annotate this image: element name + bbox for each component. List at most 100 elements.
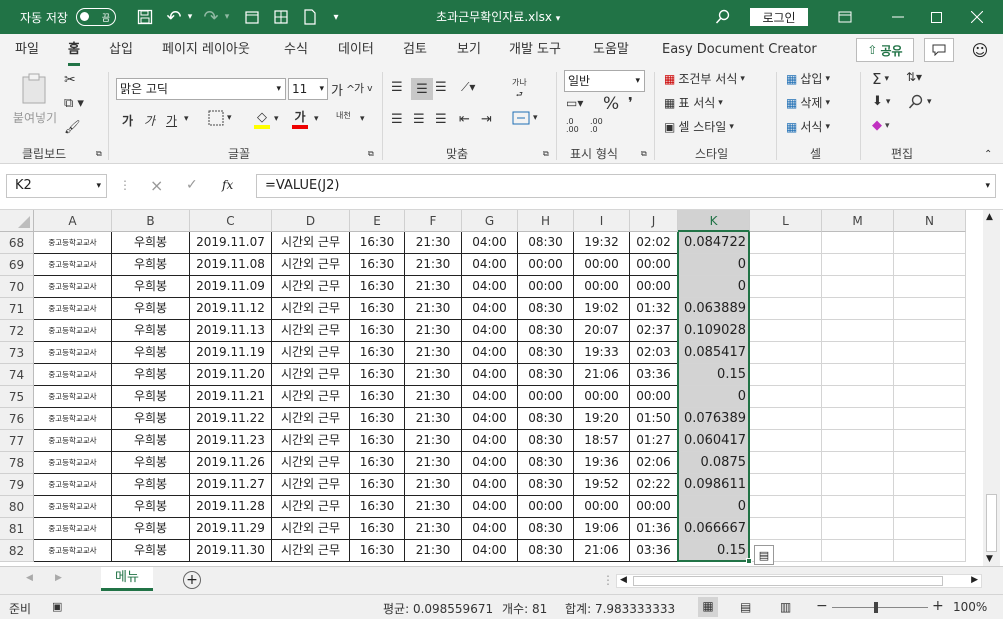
row-header[interactable]: 81 <box>0 518 34 540</box>
cell-d72[interactable]: 시간외 근무 <box>272 320 350 342</box>
search-icon[interactable] <box>712 0 734 34</box>
redo-dropdown-icon[interactable]: ▾ <box>222 0 232 34</box>
font-name-select[interactable]: 맑은 고딕 ▾ <box>116 78 286 100</box>
cell-d78[interactable]: 시간외 근무 <box>272 452 350 474</box>
font-size-select[interactable]: 11 ▾ <box>288 78 328 100</box>
insert-cells-button[interactable]: ▦ 삽입 ▾ <box>786 70 830 87</box>
cell-n69[interactable] <box>894 254 966 276</box>
cell-a81[interactable]: 중고등학교교사 <box>34 518 112 540</box>
cell-j71[interactable]: 01:32 <box>630 298 678 320</box>
cell-c77[interactable]: 2019.11.23 <box>190 430 272 452</box>
cell-j69[interactable]: 00:00 <box>630 254 678 276</box>
cell-h80[interactable]: 00:00 <box>518 496 574 518</box>
cell-d68[interactable]: 시간외 근무 <box>272 232 350 254</box>
cell-j74[interactable]: 03:36 <box>630 364 678 386</box>
cell-b77[interactable]: 우희봉 <box>112 430 190 452</box>
cell-c82[interactable]: 2019.11.30 <box>190 540 272 562</box>
conditional-formatting-button[interactable]: ▦ 조건부 서식 ▾ <box>664 70 745 87</box>
cell-g69[interactable]: 04:00 <box>462 254 518 276</box>
row-header[interactable]: 80 <box>0 496 34 518</box>
cell-k75[interactable]: 0 <box>678 386 750 408</box>
cell-b73[interactable]: 우희봉 <box>112 342 190 364</box>
prev-sheet-icon[interactable]: ◀ <box>26 573 33 583</box>
cell-h68[interactable]: 08:30 <box>518 232 574 254</box>
cell-g79[interactable]: 04:00 <box>462 474 518 496</box>
collapse-ribbon-icon[interactable]: ⌃ <box>984 149 992 160</box>
new-file-icon[interactable] <box>299 0 321 34</box>
cell-m68[interactable] <box>822 232 894 254</box>
fill-color-dropdown-icon[interactable]: ▾ <box>274 114 279 124</box>
horizontal-scrollbar[interactable]: ◀ ▶ <box>616 574 982 588</box>
cell-k81[interactable]: 0.066667 <box>678 518 750 540</box>
cell-f73[interactable]: 21:30 <box>405 342 462 364</box>
cell-j73[interactable]: 02:03 <box>630 342 678 364</box>
phonetic-dropdown-icon[interactable]: ▾ <box>360 114 365 124</box>
cell-k79[interactable]: 0.098611 <box>678 474 750 496</box>
zoom-out-icon[interactable]: − <box>816 598 828 614</box>
cell-f71[interactable]: 21:30 <box>405 298 462 320</box>
cell-d71[interactable]: 시간외 근무 <box>272 298 350 320</box>
cell-m77[interactable] <box>822 430 894 452</box>
tab-formulas[interactable]: 수식 <box>284 34 308 66</box>
cell-n77[interactable] <box>894 430 966 452</box>
number-format-select[interactable]: 일반 ▾ <box>564 70 645 92</box>
cell-g76[interactable]: 04:00 <box>462 408 518 430</box>
underline-button[interactable]: 가 <box>166 112 177 129</box>
cell-l74[interactable] <box>750 364 822 386</box>
cell-j78[interactable]: 02:06 <box>630 452 678 474</box>
column-header-m[interactable]: M <box>822 210 894 232</box>
cell-c68[interactable]: 2019.11.07 <box>190 232 272 254</box>
cell-l80[interactable] <box>750 496 822 518</box>
cell-i81[interactable]: 19:06 <box>574 518 630 540</box>
cell-b70[interactable]: 우희봉 <box>112 276 190 298</box>
cell-n68[interactable] <box>894 232 966 254</box>
cell-n73[interactable] <box>894 342 966 364</box>
column-header-d[interactable]: D <box>272 210 350 232</box>
column-header-e[interactable]: E <box>350 210 405 232</box>
cell-i79[interactable]: 19:52 <box>574 474 630 496</box>
comments-icon[interactable] <box>924 38 954 62</box>
column-header-c[interactable]: C <box>190 210 272 232</box>
cell-n82[interactable] <box>894 540 966 562</box>
cell-c80[interactable]: 2019.11.28 <box>190 496 272 518</box>
cell-l70[interactable] <box>750 276 822 298</box>
cell-g68[interactable]: 04:00 <box>462 232 518 254</box>
minimize-icon[interactable] <box>875 0 921 34</box>
cell-b74[interactable]: 우희봉 <box>112 364 190 386</box>
cell-h81[interactable]: 08:30 <box>518 518 574 540</box>
cell-f74[interactable]: 21:30 <box>405 364 462 386</box>
cell-e69[interactable]: 16:30 <box>350 254 405 276</box>
cell-f76[interactable]: 21:30 <box>405 408 462 430</box>
cell-d80[interactable]: 시간외 근무 <box>272 496 350 518</box>
format-as-table-button[interactable]: ▦ 표 서식 ▾ <box>664 94 723 111</box>
cell-b69[interactable]: 우희봉 <box>112 254 190 276</box>
column-header-g[interactable]: G <box>462 210 518 232</box>
row-header[interactable]: 75 <box>0 386 34 408</box>
cell-i82[interactable]: 21:06 <box>574 540 630 562</box>
row-header[interactable]: 74 <box>0 364 34 386</box>
cell-e78[interactable]: 16:30 <box>350 452 405 474</box>
cell-f70[interactable]: 21:30 <box>405 276 462 298</box>
percent-style-icon[interactable]: % <box>603 94 619 114</box>
fill-icon[interactable]: ⬇ ▾ <box>872 94 890 109</box>
cell-h71[interactable]: 08:30 <box>518 298 574 320</box>
cell-j81[interactable]: 01:36 <box>630 518 678 540</box>
cancel-icon[interactable]: × <box>150 176 163 195</box>
cell-h79[interactable]: 08:30 <box>518 474 574 496</box>
comma-style-icon[interactable]: ❜ <box>628 94 633 112</box>
cell-m80[interactable] <box>822 496 894 518</box>
cell-g74[interactable]: 04:00 <box>462 364 518 386</box>
row-header[interactable]: 69 <box>0 254 34 276</box>
cell-l78[interactable] <box>750 452 822 474</box>
cell-g71[interactable]: 04:00 <box>462 298 518 320</box>
autosave-control[interactable]: 자동 저장 끔 <box>20 8 116 26</box>
cell-a80[interactable]: 중고등학교교사 <box>34 496 112 518</box>
accounting-format-icon[interactable]: ▭▾ <box>566 96 583 110</box>
cell-d79[interactable]: 시간외 근무 <box>272 474 350 496</box>
font-color-button[interactable]: 가 <box>292 108 308 129</box>
cell-g73[interactable]: 04:00 <box>462 342 518 364</box>
zoom-slider-thumb[interactable] <box>874 602 878 613</box>
cell-f78[interactable]: 21:30 <box>405 452 462 474</box>
font-dialog-icon[interactable]: ⧉ <box>368 149 374 159</box>
cell-c74[interactable]: 2019.11.20 <box>190 364 272 386</box>
